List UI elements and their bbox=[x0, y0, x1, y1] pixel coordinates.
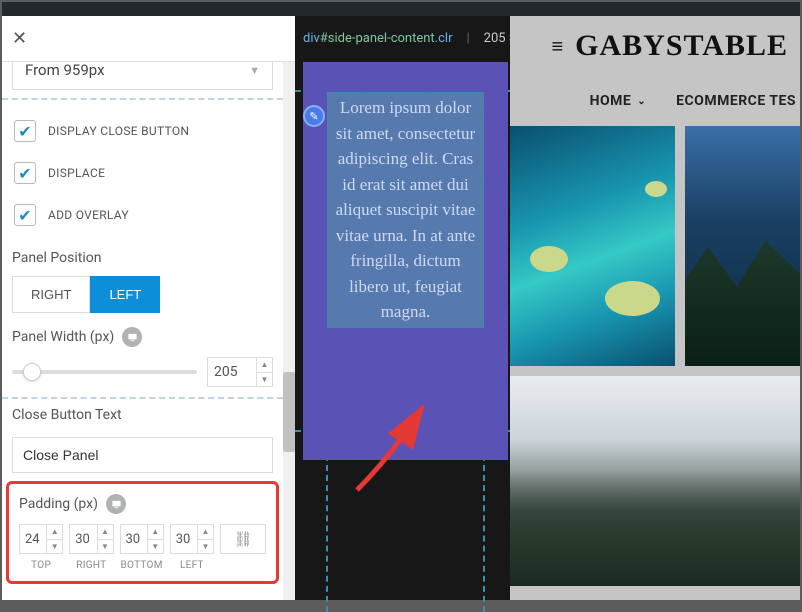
padding-section-highlight: Padding (px) 24▲▼ 30▲▼ 30▲▼ 30▲▼ ⛓ TOP R… bbox=[6, 481, 279, 584]
gallery-image[interactable] bbox=[685, 126, 800, 366]
padding-right-sublabel: RIGHT bbox=[69, 560, 113, 571]
device-icon[interactable] bbox=[106, 494, 126, 514]
panel-width-input[interactable]: 205 ▲▼ bbox=[207, 357, 273, 387]
site-nav: HOME ⌄ ECOMMERCE TES bbox=[510, 76, 800, 126]
pencil-icon: ✎ bbox=[309, 110, 318, 123]
checkbox-display-close-label: DISPLAY CLOSE BUTTON bbox=[48, 124, 189, 138]
site-preview: ≡ GABYSTABLE HOME ⌄ ECOMMERCE TES bbox=[510, 16, 800, 600]
breakpoint-label: From 959px bbox=[25, 62, 105, 79]
padding-bottom-input[interactable]: 30▲▼ bbox=[120, 524, 164, 554]
padding-top-input[interactable]: 24▲▼ bbox=[19, 524, 63, 554]
padding-right-input[interactable]: 30▲▼ bbox=[69, 524, 113, 554]
breakpoint-select[interactable]: From 959px ▼ bbox=[12, 62, 273, 90]
side-panel-text: Lorem ipsum dolor sit amet, consectetur … bbox=[327, 92, 484, 328]
customizer-sidebar: From 959px ▼ ✔ DISPLAY CLOSE BUTTON ✔ DI… bbox=[2, 62, 295, 600]
panel-width-slider[interactable] bbox=[12, 370, 197, 374]
gallery-image[interactable] bbox=[510, 126, 675, 366]
edit-shortcut-button[interactable]: ✎ bbox=[303, 105, 325, 127]
device-icon[interactable] bbox=[122, 327, 142, 347]
app-topbar bbox=[2, 2, 800, 16]
close-text-input[interactable] bbox=[12, 437, 273, 473]
unlink-icon: ⛓ bbox=[233, 530, 252, 548]
nav-ecommerce[interactable]: ECOMMERCE TES bbox=[676, 93, 796, 109]
panel-position-label: Panel Position bbox=[12, 250, 273, 266]
nav-home[interactable]: HOME ⌄ bbox=[590, 93, 647, 109]
side-panel-preview[interactable]: Lorem ipsum dolor sit amet, consectetur … bbox=[303, 62, 508, 460]
checkbox-display-close[interactable]: ✔ bbox=[14, 120, 36, 142]
checkbox-displace-label: DISPLACE bbox=[48, 166, 105, 180]
checkbox-overlay[interactable]: ✔ bbox=[14, 204, 36, 226]
padding-left-input[interactable]: 30▲▼ bbox=[170, 524, 214, 554]
checkbox-overlay-label: ADD OVERLAY bbox=[48, 208, 129, 222]
padding-left-sublabel: LEFT bbox=[170, 560, 214, 571]
scrollbar-track[interactable] bbox=[283, 62, 295, 600]
padding-bottom-sublabel: BOTTOM bbox=[120, 560, 164, 571]
panel-width-label: Panel Width (px) bbox=[12, 327, 273, 347]
chevron-down-icon: ⌄ bbox=[637, 96, 646, 107]
padding-link-button[interactable]: ⛓ bbox=[220, 524, 266, 554]
close-text-label: Close Button Text bbox=[12, 407, 273, 423]
scrollbar-thumb[interactable] bbox=[283, 372, 295, 452]
gallery-image[interactable] bbox=[510, 376, 800, 586]
position-right-button[interactable]: RIGHT bbox=[12, 276, 90, 313]
position-left-button[interactable]: LEFT bbox=[90, 276, 160, 313]
close-icon[interactable]: ✕ bbox=[12, 28, 27, 49]
padding-top-sublabel: TOP bbox=[19, 560, 63, 571]
panel-position-toggle: RIGHT LEFT bbox=[12, 276, 273, 313]
spin-up-icon[interactable]: ▲ bbox=[257, 358, 272, 373]
padding-label: Padding (px) bbox=[19, 494, 266, 514]
hamburger-icon[interactable]: ≡ bbox=[551, 34, 563, 59]
site-brand[interactable]: GABYSTABLE bbox=[575, 29, 788, 63]
spin-down-icon[interactable]: ▼ bbox=[257, 373, 272, 387]
slider-thumb[interactable] bbox=[23, 363, 41, 381]
chevron-down-icon: ▼ bbox=[249, 64, 260, 77]
checkbox-displace[interactable]: ✔ bbox=[14, 162, 36, 184]
